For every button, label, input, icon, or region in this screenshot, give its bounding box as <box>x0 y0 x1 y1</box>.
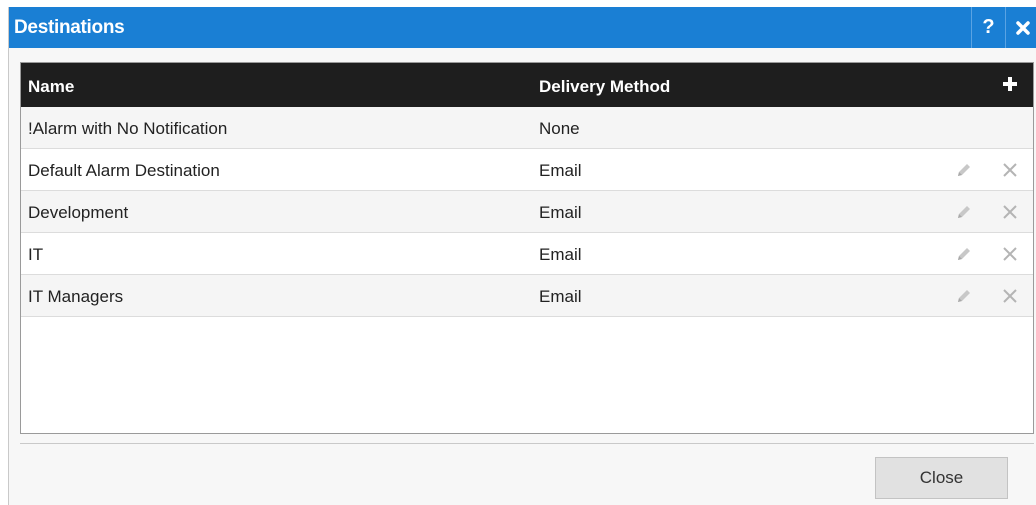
help-icon: ? <box>982 16 995 38</box>
delivery-method: Email <box>539 245 582 264</box>
table-row[interactable]: Development Email <box>21 191 1033 233</box>
table-row[interactable]: Default Alarm Destination Email <box>21 149 1033 191</box>
table-row[interactable]: !Alarm with No Notification None <box>21 107 1033 149</box>
help-button[interactable]: ? <box>971 7 1005 48</box>
column-header-name[interactable]: Name <box>28 77 74 97</box>
destination-name: IT Managers <box>28 287 124 306</box>
footer-divider <box>20 443 1034 444</box>
add-destination-button[interactable] <box>999 74 1021 96</box>
table-row[interactable]: IT Managers Email <box>21 275 1033 317</box>
dialog-title: Destinations <box>14 17 125 38</box>
pencil-icon[interactable] <box>955 245 973 263</box>
destination-name: IT <box>28 245 44 264</box>
dialog-close-button[interactable] <box>1005 7 1036 48</box>
destination-name: !Alarm with No Notification <box>28 119 228 138</box>
x-icon[interactable] <box>1001 161 1019 179</box>
column-header-delivery-method[interactable]: Delivery Method <box>539 77 670 97</box>
destination-name: Default Alarm Destination <box>28 161 220 180</box>
table-row[interactable]: IT Email <box>21 233 1033 275</box>
pencil-icon[interactable] <box>955 161 973 179</box>
x-icon[interactable] <box>1001 245 1019 263</box>
close-icon <box>1015 20 1030 35</box>
destinations-grid: Name Delivery Method !Alarm with No Noti… <box>20 62 1034 434</box>
grid-header: Name Delivery Method <box>21 63 1033 107</box>
destinations-dialog: Destinations ? Name Delivery Method !Ala… <box>8 7 1036 505</box>
pencil-icon[interactable] <box>955 287 973 305</box>
delivery-method: Email <box>539 161 582 180</box>
close-button[interactable]: Close <box>875 457 1008 499</box>
x-icon[interactable] <box>1001 287 1019 305</box>
pencil-icon[interactable] <box>955 203 973 221</box>
delivery-method: Email <box>539 203 582 222</box>
x-icon[interactable] <box>1001 203 1019 221</box>
delivery-method: Email <box>539 287 582 306</box>
dialog-titlebar: Destinations ? <box>9 7 1036 48</box>
destination-name: Development <box>28 203 129 222</box>
delivery-method: None <box>539 119 580 138</box>
